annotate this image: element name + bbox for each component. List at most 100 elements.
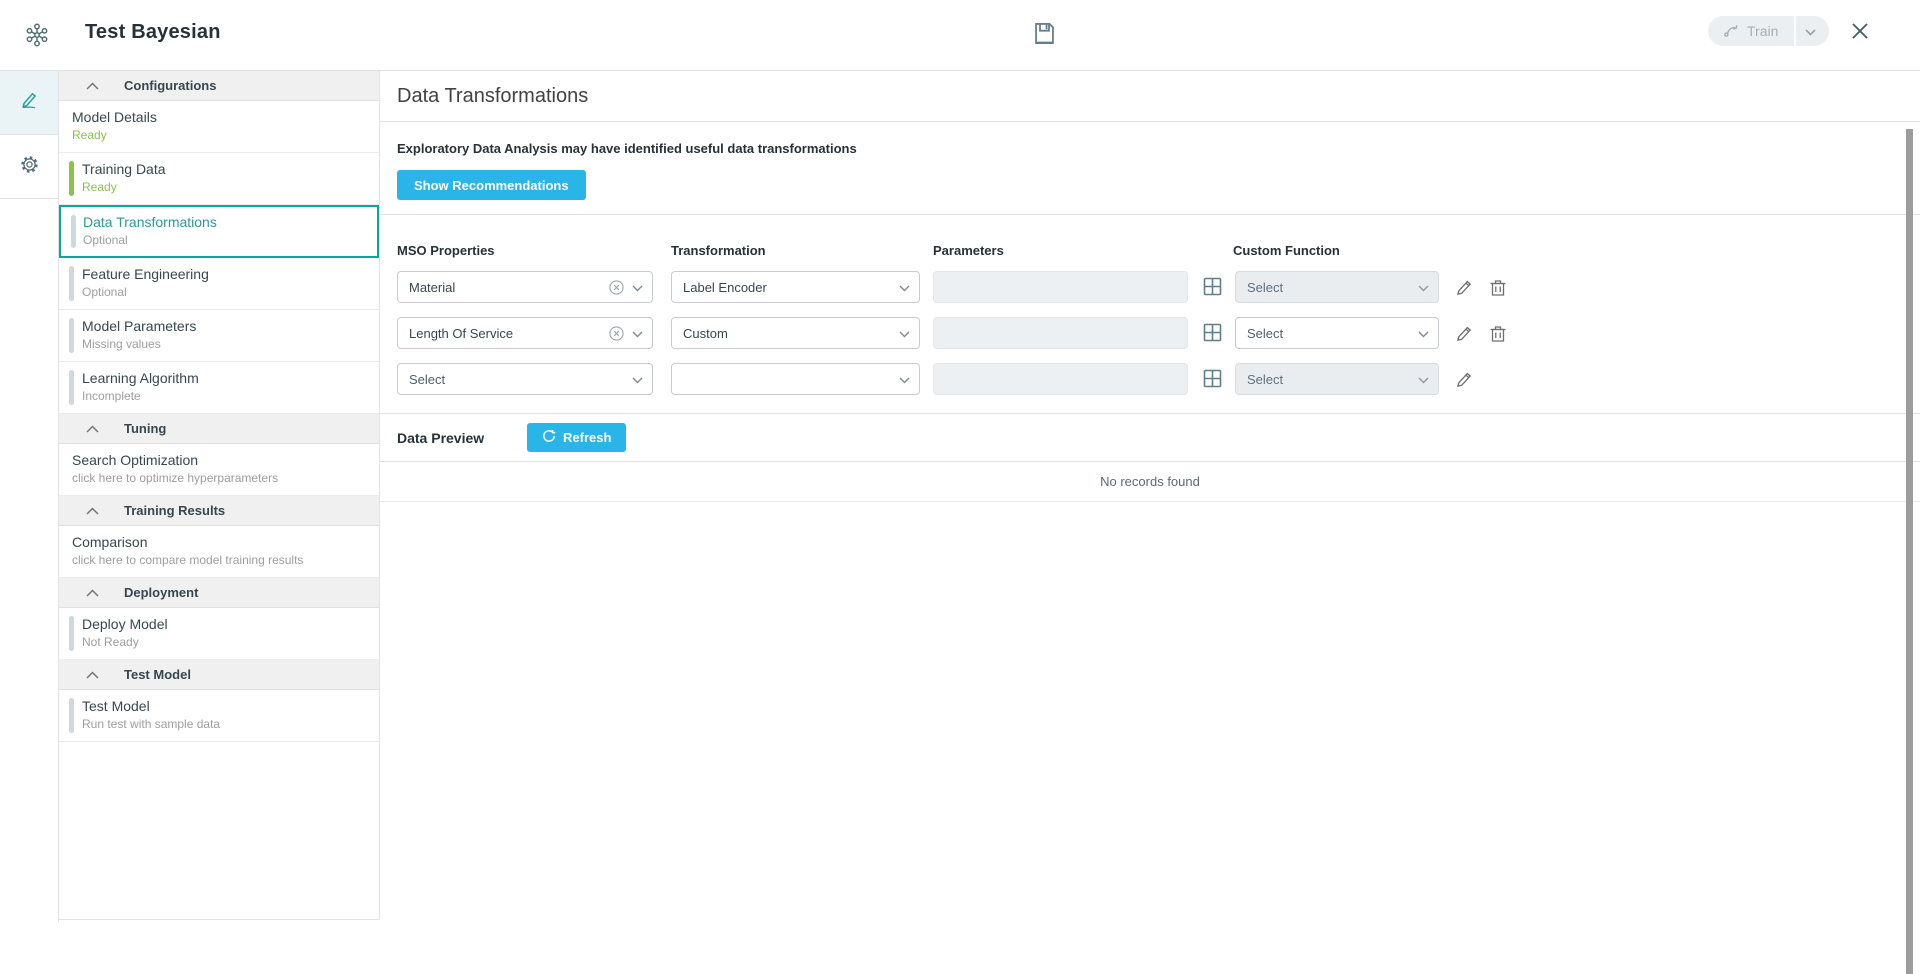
section-header-deployment[interactable]: Deployment: [59, 578, 379, 608]
refresh-button[interactable]: Refresh: [527, 423, 626, 452]
train-split-button: Train: [1708, 16, 1829, 46]
sidebar-item-feature-engineering[interactable]: Feature Engineering Optional: [59, 258, 379, 310]
steps-sidebar: Configurations Model Details Ready Train…: [59, 71, 380, 920]
column-header-custom-function: Custom Function: [1233, 243, 1340, 258]
chevron-down-icon: [899, 326, 910, 341]
sidebar-item-model-details[interactable]: Model Details Ready: [59, 101, 379, 153]
chevron-up-icon: [86, 507, 99, 515]
sidebar-item-search-optimization[interactable]: Search Optimization click here to optimi…: [59, 444, 379, 496]
refresh-icon: [542, 429, 556, 446]
table-row: Length Of Service Custom: [397, 317, 1920, 349]
rail-tab-settings[interactable]: [0, 135, 58, 199]
property-select[interactable]: Select: [397, 363, 653, 395]
section-header-configurations[interactable]: Configurations: [59, 71, 379, 101]
main-title: Data Transformations: [397, 85, 588, 108]
section-header-test-model[interactable]: Test Model: [59, 660, 379, 690]
status-text: Ready: [72, 128, 367, 142]
main-title-row: Data Transformations: [380, 71, 1920, 122]
train-run-icon: [1723, 22, 1739, 41]
transformation-select[interactable]: Custom: [671, 317, 920, 349]
status-text: click here to compare model training res…: [72, 553, 367, 567]
page-title: Test Bayesian: [85, 21, 221, 44]
status-bar: [69, 698, 74, 733]
model-network-icon: [24, 22, 50, 53]
parameters-grid-icon[interactable]: [1202, 368, 1224, 390]
sidebar-item-deploy-model[interactable]: Deploy Model Not Ready: [59, 608, 379, 660]
parameters-input[interactable]: [933, 271, 1188, 303]
chevron-down-icon: [1805, 24, 1816, 39]
table-row: Select Select: [397, 363, 1920, 395]
custom-function-select[interactable]: Select: [1235, 363, 1439, 395]
sidebar-item-model-parameters[interactable]: Model Parameters Missing values: [59, 310, 379, 362]
status-text: click here to optimize hyperparameters: [72, 471, 367, 485]
rail-tab-edit[interactable]: [0, 71, 58, 135]
status-bar: [71, 215, 76, 248]
edit-pencil-icon[interactable]: [1452, 367, 1476, 391]
table-header-row: MSO Properties Transformation Parameters…: [397, 243, 1920, 258]
data-preview-row: Data Preview Refresh: [380, 414, 1920, 462]
status-text: Optional: [83, 233, 366, 247]
show-recommendations-button[interactable]: Show Recommendations: [397, 170, 586, 200]
vertical-scrollbar[interactable]: [1906, 129, 1913, 974]
chevron-down-icon: [1418, 326, 1429, 341]
chevron-down-icon: [632, 326, 643, 341]
sidebar-item-test-model[interactable]: Test Model Run test with sample data: [59, 690, 379, 742]
parameters-grid-icon[interactable]: [1202, 276, 1224, 298]
edit-pencil-icon[interactable]: [1452, 275, 1476, 299]
delete-trash-icon[interactable]: [1486, 321, 1510, 345]
status-text: Run test with sample data: [82, 717, 367, 731]
column-header-parameters: Parameters: [933, 243, 1233, 258]
save-button[interactable]: [1028, 19, 1060, 51]
transformation-select[interactable]: Label Encoder: [671, 271, 920, 303]
column-header-transformation: Transformation: [671, 243, 933, 258]
parameters-grid-icon[interactable]: [1202, 322, 1224, 344]
property-select[interactable]: Material: [397, 271, 653, 303]
chevron-down-icon: [899, 372, 910, 387]
train-options-caret[interactable]: [1796, 16, 1829, 46]
transformation-select[interactable]: [671, 363, 920, 395]
chevron-up-icon: [86, 671, 99, 679]
edit-pencil-icon: [18, 89, 40, 116]
clear-x-circle-icon[interactable]: [609, 326, 624, 341]
train-button[interactable]: Train: [1708, 16, 1794, 46]
section-header-training-results[interactable]: Training Results: [59, 496, 379, 526]
edit-pencil-icon[interactable]: [1452, 321, 1476, 345]
empty-results-row: No records found: [380, 462, 1920, 502]
custom-function-select[interactable]: Select: [1235, 317, 1439, 349]
status-bar: [69, 616, 74, 651]
delete-trash-icon[interactable]: [1486, 275, 1510, 299]
sidebar-item-comparison[interactable]: Comparison click here to compare model t…: [59, 526, 379, 578]
parameters-input[interactable]: [933, 317, 1188, 349]
column-header-mso-properties: MSO Properties: [397, 243, 671, 258]
sidebar-item-data-transformations[interactable]: Data Transformations Optional: [59, 205, 379, 258]
chevron-up-icon: [86, 82, 99, 90]
chevron-down-icon: [632, 280, 643, 295]
status-bar: [69, 266, 74, 301]
status-bar: [69, 318, 74, 353]
property-select[interactable]: Length Of Service: [397, 317, 653, 349]
status-text: Not Ready: [82, 635, 367, 649]
eda-section: Exploratory Data Analysis may have ident…: [380, 122, 1920, 215]
data-preview-label: Data Preview: [397, 430, 510, 446]
gear-icon: [19, 154, 40, 180]
parameters-input[interactable]: [933, 363, 1188, 395]
status-text: Missing values: [82, 337, 367, 351]
table-row: Material Label Encoder: [397, 271, 1920, 303]
status-text: Incomplete: [82, 389, 367, 403]
sidebar-item-training-data[interactable]: Training Data Ready: [59, 153, 379, 205]
section-header-tuning[interactable]: Tuning: [59, 414, 379, 444]
status-text: Optional: [82, 285, 367, 299]
chevron-down-icon: [1418, 372, 1429, 387]
close-button[interactable]: [1846, 18, 1874, 46]
clear-x-circle-icon[interactable]: [609, 280, 624, 295]
sidebar-item-learning-algorithm[interactable]: Learning Algorithm Incomplete: [59, 362, 379, 414]
chevron-down-icon: [632, 372, 643, 387]
chevron-down-icon: [899, 280, 910, 295]
eda-note: Exploratory Data Analysis may have ident…: [397, 141, 1903, 156]
chevron-up-icon: [86, 425, 99, 433]
chevron-up-icon: [86, 589, 99, 597]
status-text: Ready: [82, 180, 367, 194]
no-records-text: No records found: [1100, 474, 1200, 489]
custom-function-select[interactable]: Select: [1235, 271, 1439, 303]
main-content: Data Transformations Exploratory Data An…: [380, 71, 1920, 922]
